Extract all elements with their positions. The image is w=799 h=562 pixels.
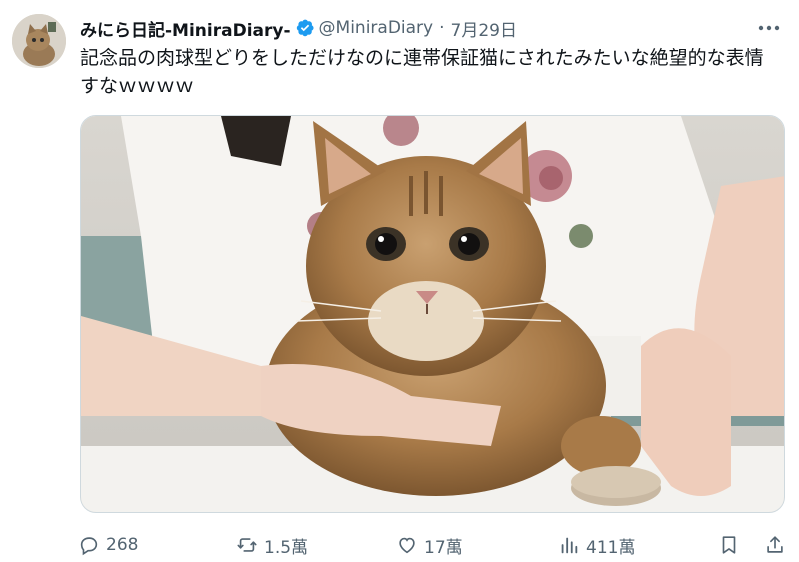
repost-button[interactable]: 1.5萬 [236, 530, 308, 560]
share-icon [767, 536, 783, 553]
tweet-text: 記念品の肉球型どりをしただけなのに連帯保証猫にされたみたいな絶望的な表情すなｗｗ… [80, 47, 764, 97]
tweet-actions: 268 1.5萬 17萬 411萬 [78, 530, 788, 560]
author-handle[interactable]: @MiniraDiary [319, 18, 434, 38]
avatar[interactable] [12, 14, 66, 68]
separator-dot: · [439, 18, 445, 38]
reply-button[interactable]: 268 [78, 530, 138, 560]
cat-photo-icon [81, 116, 784, 512]
analytics-icon [561, 537, 578, 554]
views-button[interactable]: 411萬 [558, 530, 635, 560]
like-button[interactable]: 17萬 [396, 530, 463, 560]
verified-badge-icon [296, 19, 314, 37]
reply-icon [80, 537, 98, 556]
repost-icon [237, 538, 257, 552]
share-button[interactable] [764, 530, 786, 560]
more-options-button[interactable] [755, 16, 783, 40]
like-count: 17萬 [424, 537, 463, 558]
repost-count: 1.5萬 [264, 537, 309, 558]
more-dots-icon [758, 25, 780, 31]
cat-avatar-icon [12, 14, 66, 68]
views-count: 411萬 [586, 537, 636, 558]
reply-count: 268 [106, 535, 139, 555]
author-display-name[interactable]: みにら日記-MiniraDiary- [80, 16, 291, 41]
bookmark-button[interactable] [718, 530, 740, 560]
heart-icon [399, 537, 415, 554]
bookmark-icon [722, 536, 736, 554]
tweet-media[interactable] [80, 115, 785, 513]
tweet-date[interactable]: 7月29日 [451, 16, 517, 41]
tweet-header: みにら日記-MiniraDiary- @MiniraDiary · 7月29日 [80, 14, 517, 42]
